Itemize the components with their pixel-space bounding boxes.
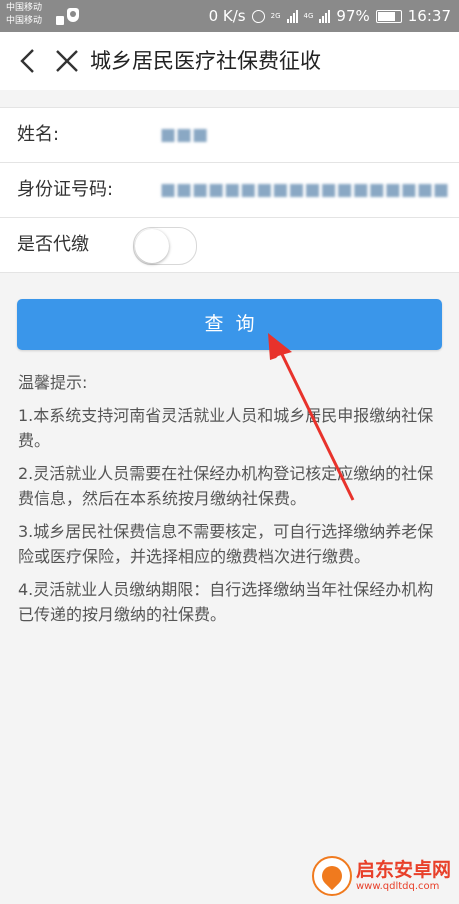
tips-section: 温馨提示: 1.本系统支持河南省灵活就业人员和城乡居民申报缴纳社保费。 2.灵活… (18, 370, 444, 635)
tip-item: 4.灵活就业人员缴纳期限：自行选择缴纳当年社保经办机构已传递的按月缴纳的社保费。 (18, 580, 434, 624)
name-row[interactable]: 姓名: ■■■ (0, 108, 459, 163)
tip-item: 1.本系统支持河南省灵活就业人员和城乡居民申报缴纳社保费。 (18, 406, 434, 450)
watermark-logo-icon (311, 856, 352, 896)
app-header: 城乡居民医疗社保费征收 (0, 32, 459, 90)
tip-item: 2.灵活就业人员需要在社保经办机构登记核定应缴纳的社保费信息，然后在本系统按月缴… (18, 464, 434, 508)
id-number-label: 身份证号码: (17, 179, 114, 200)
tip-item: 3.城乡居民社保费信息不需要核定，可自行选择缴纳养老保险或医疗保险，并选择相应的… (18, 522, 434, 566)
query-button[interactable]: 查询 (17, 299, 442, 350)
toggle-knob (135, 229, 169, 263)
battery-icon (375, 9, 402, 23)
watermark-url: www.qdltdq.com (355, 880, 440, 892)
back-arrow-icon[interactable] (14, 46, 44, 76)
clock: 16:37 (407, 7, 451, 25)
query-form: 姓名: ■■■ 身份证号码: ■■■■■■■■■■■■■■■■■■ 是否代缴 (0, 107, 459, 273)
name-label: 姓名: (17, 124, 60, 145)
proxy-payment-label: 是否代缴 (17, 234, 89, 255)
carrier-2: 中国移动 (6, 16, 43, 26)
watermark-name: 启东安卓网 (355, 858, 451, 881)
network-speed: 0 K/s (208, 7, 246, 25)
shield-icon (67, 8, 79, 22)
name-value[interactable]: ■■■ (160, 108, 208, 162)
id-number-row[interactable]: 身份证号码: ■■■■■■■■■■■■■■■■■■ (0, 163, 459, 218)
proxy-payment-row: 是否代缴 (0, 218, 459, 272)
net-type-2: 4G (303, 12, 314, 20)
alarm-icon (251, 9, 265, 23)
sim-icon (56, 16, 64, 25)
page-title: 城乡居民医疗社保费征收 (90, 49, 321, 73)
battery-percent: 97% (336, 7, 370, 25)
signal-icon (319, 9, 331, 23)
watermark: 启东安卓网 www.qdltdq.com (311, 854, 451, 898)
status-indicators: 0 K/s 2G 4G 97% 16:37 (209, 0, 451, 32)
carrier-1: 中国移动 (6, 3, 43, 13)
close-icon[interactable] (52, 46, 82, 76)
id-number-value[interactable]: ■■■■■■■■■■■■■■■■■■ (160, 163, 449, 217)
signal-icon (286, 9, 298, 23)
tips-title: 温馨提示: (18, 373, 88, 392)
proxy-payment-toggle[interactable] (133, 227, 197, 265)
status-bar: 中国移动 中国移动 0 K/s 2G 4G 97% 16:37 (0, 0, 459, 32)
net-type-1: 2G (270, 12, 281, 20)
